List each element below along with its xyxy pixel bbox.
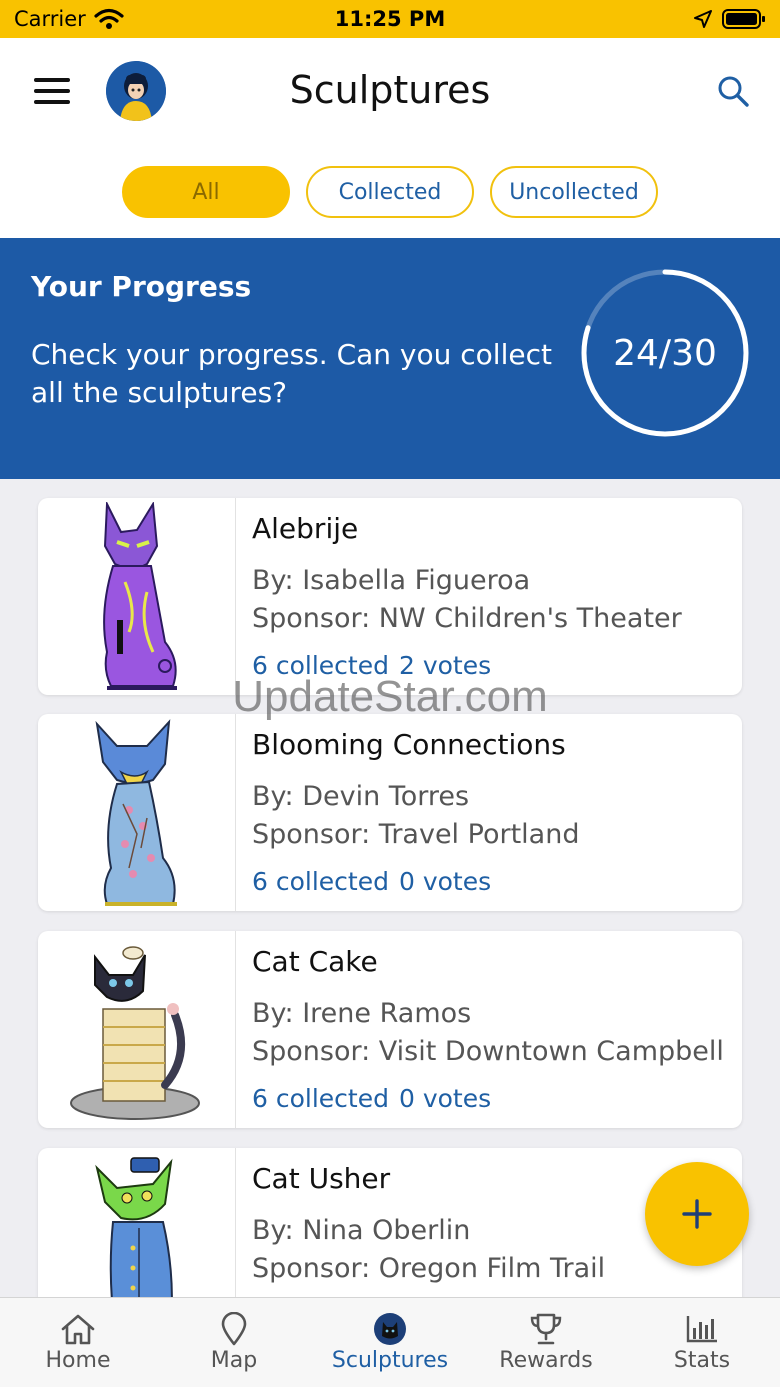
app-header: Sculptures All Collected Uncollected	[0, 38, 780, 238]
collected-count: 6 collected	[252, 651, 389, 680]
tab-label: Sculptures	[331, 1348, 449, 1373]
sculpture-sponsor: Sponsor: Oregon Film Trail	[252, 1253, 606, 1284]
battery-icon	[722, 9, 765, 29]
tab-bar: Home Map Sculptures Rewards Stats	[0, 1297, 780, 1387]
filter-all-chip[interactable]: All	[122, 166, 290, 218]
sculpture-sponsor: Sponsor: Travel Portland	[252, 819, 580, 850]
trophy-icon	[528, 1312, 564, 1346]
carrier-label: Carrier	[14, 7, 86, 31]
votes-count: 0 votes	[398, 867, 492, 896]
sculpture-image	[38, 1148, 236, 1297]
progress-banner: Your Progress Check your progress. Can y…	[0, 238, 780, 479]
cat-icon	[372, 1312, 408, 1346]
progress-count: 24/30	[613, 332, 717, 374]
sculpture-artist: By: Isabella Figueroa	[252, 565, 531, 596]
progress-description: Check your progress. Can you collect all…	[31, 338, 552, 409]
tab-label: Stats	[673, 1348, 731, 1373]
sculpture-artist: By: Irene Ramos	[252, 998, 472, 1029]
home-icon	[60, 1312, 96, 1346]
sculpture-image	[38, 498, 236, 695]
tab-home[interactable]: Home	[0, 1298, 156, 1387]
filter-chips: All Collected Uncollected	[0, 166, 780, 218]
sculpture-card[interactable]: Cat Cake By: Irene Ramos Sponsor: Visit …	[38, 931, 742, 1128]
tab-map[interactable]: Map	[156, 1298, 312, 1387]
progress-title: Your Progress	[31, 270, 252, 303]
sculpture-name: Alebrije	[252, 512, 359, 545]
wifi-icon	[94, 8, 124, 29]
sculpture-card[interactable]: Alebrije By: Isabella Figueroa Sponsor: …	[38, 498, 742, 695]
sculpture-sponsor: Sponsor: NW Children's Theater	[252, 603, 682, 634]
status-bar: Carrier 11:25 PM	[0, 0, 780, 38]
collected-count: 6 collected	[252, 1084, 389, 1113]
votes-count: 2 votes	[398, 651, 492, 680]
page-title: Sculptures	[289, 68, 491, 112]
collected-count: 6 collected	[252, 867, 389, 896]
filter-collected-chip[interactable]: Collected	[306, 166, 474, 218]
tab-sculptures[interactable]: Sculptures	[312, 1298, 468, 1387]
sculpture-image	[38, 931, 236, 1128]
map-pin-icon	[216, 1312, 252, 1346]
sculpture-name: Blooming Connections	[252, 728, 566, 761]
location-arrow-icon	[694, 10, 712, 28]
filter-uncollected-chip[interactable]: Uncollected	[490, 166, 658, 218]
add-button[interactable]	[645, 1162, 749, 1266]
sculpture-artist: By: Devin Torres	[252, 781, 470, 812]
sculpture-card[interactable]: Blooming Connections By: Devin Torres Sp…	[38, 714, 742, 911]
sculpture-name: Cat Cake	[252, 945, 378, 978]
votes-count: 0 votes	[398, 1084, 492, 1113]
sculpture-card[interactable]: Cat Usher By: Nina Oberlin Sponsor: Oreg…	[38, 1148, 742, 1297]
plus-icon	[682, 1199, 712, 1229]
tab-label: Map	[210, 1348, 258, 1373]
tab-stats[interactable]: Stats	[624, 1298, 780, 1387]
sculpture-sponsor: Sponsor: Visit Downtown Campbell	[252, 1036, 724, 1067]
tab-label: Home	[45, 1348, 111, 1373]
sculpture-image	[38, 714, 236, 911]
bar-chart-icon	[684, 1312, 720, 1346]
search-icon[interactable]	[716, 74, 750, 108]
tab-rewards[interactable]: Rewards	[468, 1298, 624, 1387]
tab-label: Rewards	[499, 1348, 593, 1373]
